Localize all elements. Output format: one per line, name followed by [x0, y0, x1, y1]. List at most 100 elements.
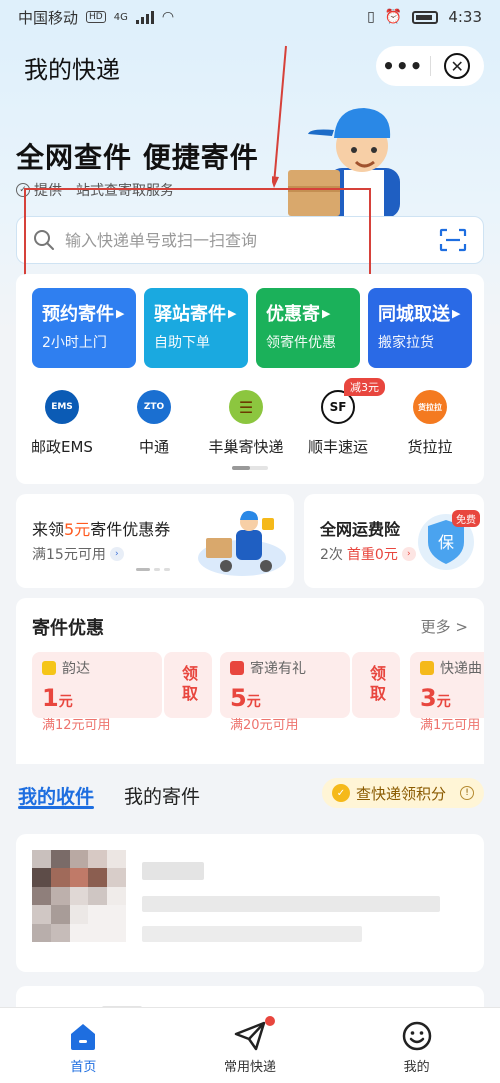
service-subtitle: 搬家拉货 — [378, 335, 434, 351]
coupon-brand-name: 快递曲 — [440, 661, 482, 677]
info-icon: ! — [460, 786, 474, 800]
parcel-card[interactable] — [16, 834, 484, 972]
annotation-arrow — [272, 45, 287, 188]
paper-plane-icon — [234, 1021, 266, 1051]
coupon-amount: 3元 — [420, 684, 484, 712]
scan-icon[interactable] — [439, 228, 467, 252]
service-discount-send[interactable]: 优惠寄 ▶ 领寄件优惠 — [256, 288, 360, 368]
carrier-fengchao[interactable]: ☰ 丰巢寄快递 — [200, 390, 292, 457]
service-title-text: 驿站寄件 — [154, 304, 226, 325]
nav-home[interactable]: 首页 — [0, 1008, 167, 1083]
coupon-item[interactable]: 韵达 1元 满12元可用 领取 — [32, 652, 212, 733]
coupon-condition: 满12元可用 — [42, 718, 111, 733]
tab-sent[interactable]: 我的寄件 — [124, 782, 200, 809]
status-bar: 中国移动 HD 4G ◠ ▯ ⏰ 4:33 — [0, 0, 500, 34]
coupon-amount: 1元 — [42, 684, 152, 712]
ems-logo-icon: EMS — [45, 390, 79, 424]
carrier-name: 顺丰速运 — [307, 438, 368, 456]
insurance-sub: 2次 首重0元 › — [320, 544, 416, 564]
coupon-promo-title: 来领5元寄件优惠券 — [32, 516, 170, 540]
coupon-body: 寄递有礼 5元 满20元可用 — [220, 652, 350, 733]
coupon-brand: 快递曲 — [420, 658, 484, 678]
carrier-name: 中国移动 — [18, 8, 79, 27]
coupon-brand-name: 寄递有礼 — [250, 661, 306, 677]
alarm-icon: ⏰ — [384, 9, 403, 25]
coupon-promo-sub: 满15元可用 › — [32, 544, 124, 564]
promo-sub-text: 满15元可用 — [32, 547, 106, 563]
delivery-rider-illustration — [198, 510, 286, 576]
coupon-item[interactable]: 寄递有礼 5元 满20元可用 领取 — [220, 652, 400, 733]
coupon-condition: 满1元可用 — [420, 718, 481, 733]
carrier-sf[interactable]: SF 顺丰速运 减3元 — [292, 378, 385, 457]
more-button[interactable]: ••• — [376, 54, 430, 78]
hd-icon: HD — [86, 11, 106, 23]
carrier-name: 中通 — [138, 438, 169, 456]
coin-icon: ✓ — [332, 784, 350, 802]
notification-dot — [264, 1016, 275, 1026]
carrier-name: 货拉拉 — [407, 438, 453, 456]
services-card: 预约寄件 ▶ 2小时上门 驿站寄件 ▶ 自助下单 优惠寄 ▶ 领寄件优惠 同城取送 ▶ … — [16, 274, 484, 484]
carrier-huolala[interactable]: 货拉拉 货拉拉 — [384, 390, 476, 457]
discount-badge: 减3元 — [344, 378, 385, 396]
coupon-item[interactable]: 快递曲 3元 满1元可用 — [410, 652, 484, 733]
coupon-body: 快递曲 3元 满1元可用 — [410, 652, 484, 733]
coupon-promo-card[interactable]: 来领5元寄件优惠券 满15元可用 › — [16, 494, 294, 588]
carrier-row: EMS 邮政EMS ZTO 中通 ☰ 丰巢寄快递 SF 顺丰速运 减3元 货拉拉… — [16, 378, 484, 457]
earn-points-button[interactable]: ✓ 查快递领积分 ! — [322, 778, 484, 808]
coupons-section-title: 寄件优惠 — [32, 618, 104, 639]
close-button[interactable]: ✕ — [430, 53, 484, 79]
service-book-pickup[interactable]: 预约寄件 ▶ 2小时上门 — [32, 288, 136, 368]
triangle-right-icon: ▶ — [116, 306, 125, 320]
nav-label: 首页 — [70, 1060, 97, 1075]
coupon-brand: 寄递有礼 — [230, 658, 340, 678]
insurance-sub-pre: 2次 — [320, 547, 343, 563]
parcel-title-redacted — [142, 862, 204, 880]
nav-mine[interactable]: 我的 — [333, 1008, 500, 1083]
service-title: 优惠寄 ▶ — [266, 300, 350, 326]
coupon-condition: 满20元可用 — [230, 718, 299, 733]
carrier-ems[interactable]: EMS 邮政EMS — [16, 390, 108, 457]
claim-coupon-button[interactable]: 领取 — [164, 652, 212, 718]
triangle-right-icon: ▶ — [452, 306, 461, 320]
hero-title: 全网查件 便捷寄件 — [16, 141, 259, 174]
coupon-amount: 5元 — [230, 684, 340, 712]
service-title: 同城取送 ▶ — [378, 300, 462, 326]
tab-active-underline — [18, 806, 94, 809]
coupons-more-link[interactable]: 更多 > — [421, 616, 468, 637]
service-title: 预约寄件 ▶ — [42, 300, 126, 326]
smiley-icon — [402, 1021, 431, 1051]
coupon-body: 韵达 1元 满12元可用 — [32, 652, 162, 733]
battery-icon — [412, 10, 439, 24]
nav-label: 常用快递 — [224, 1060, 277, 1075]
service-subtitle: 领寄件优惠 — [266, 335, 336, 351]
carrier-zto[interactable]: ZTO 中通 — [108, 390, 200, 457]
annotation-highlight-box — [24, 188, 371, 279]
coupon-amount-unit: 元 — [436, 694, 451, 710]
triangle-right-icon: ▶ — [322, 306, 331, 320]
insurance-promo-card[interactable]: 全网运费险 2次 首重0元 › 保 免费 — [304, 494, 484, 588]
clock: 4:33 — [448, 8, 482, 26]
coupon-brand-name: 韵达 — [62, 661, 90, 677]
service-station-send[interactable]: 驿站寄件 ▶ 自助下单 — [144, 288, 248, 368]
coupon-brand: 韵达 — [42, 658, 152, 678]
service-subtitle: 自助下单 — [154, 335, 210, 351]
nav-label: 我的 — [403, 1060, 430, 1075]
tab-received[interactable]: 我的收件 — [18, 782, 94, 809]
bottom-navigation: 首页 常用快递 我的 — [0, 1007, 500, 1083]
parcel-thumbnail — [32, 850, 126, 942]
promo-title-highlight: 5元 — [64, 520, 91, 539]
nav-common-couriers[interactable]: 常用快递 — [167, 1008, 334, 1083]
send-coupons-card: 寄件优惠 更多 > 韵达 1元 满12元可用 领取 寄递有礼 5元 满20元可用… — [16, 598, 484, 764]
insurance-sub-highlight: 首重0元 — [346, 547, 398, 563]
service-same-city[interactable]: 同城取送 ▶ 搬家拉货 — [368, 288, 472, 368]
close-icon: ✕ — [444, 53, 471, 79]
earn-points-label: 查快递领积分 — [356, 784, 447, 803]
signal-icon — [135, 10, 154, 24]
gift-logo-icon — [230, 661, 244, 675]
promo-title-post: 寄件优惠券 — [90, 520, 171, 539]
vibrate-icon: ▯ — [367, 9, 375, 25]
claim-coupon-button[interactable]: 领取 — [352, 652, 400, 718]
carousel-dots — [136, 568, 170, 571]
service-title-text: 预约寄件 — [42, 304, 114, 325]
coupon-amount-unit: 元 — [58, 694, 73, 710]
